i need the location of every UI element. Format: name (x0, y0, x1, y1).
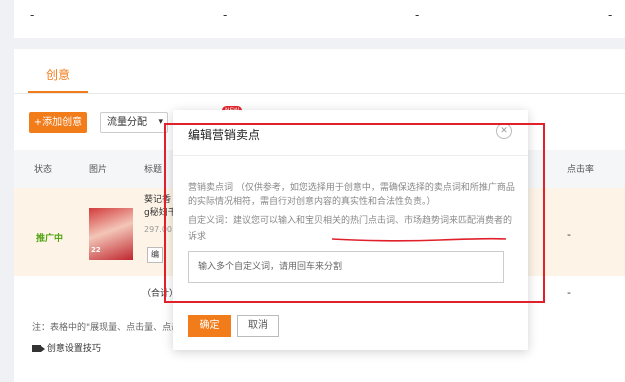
summary-card: - - - - (14, 0, 625, 38)
column-header-image: 图片 (89, 165, 108, 175)
column-header-click-rate: 点击率 (567, 165, 595, 175)
edit-creative-button[interactable]: 编 (147, 247, 163, 263)
column-header-status: 状态 (34, 165, 53, 175)
table-footnote: 注：表格中的"展现量、点击量、点击 (32, 323, 181, 333)
tab-creative[interactable]: 创意 (46, 66, 70, 83)
cancel-button[interactable]: 取消 (237, 315, 279, 337)
flow-allocation-label: 流量分配 (107, 117, 147, 128)
total-click-rate: - (567, 286, 571, 299)
creative-tips-label: 创意设置技巧 (46, 344, 101, 354)
column-header-title: 标题 (144, 165, 163, 175)
tab-divider (14, 93, 625, 94)
creative-thumbnail: 22 (89, 208, 133, 260)
flow-allocation-select[interactable]: 流量分配 ▾ (100, 112, 168, 133)
thumbnail-price: 22 (91, 246, 101, 254)
annotation-underline (331, 237, 507, 242)
summary-value: - (223, 8, 228, 22)
summary-value: - (30, 8, 35, 22)
annotation-box (164, 123, 545, 303)
click-rate-value: - (567, 228, 571, 241)
confirm-button[interactable]: 确定 (188, 315, 231, 337)
creative-tips-link[interactable]: 创意设置技巧 (32, 341, 101, 354)
add-creative-button[interactable]: +添加创意 (29, 112, 87, 133)
summary-value: - (608, 8, 613, 22)
chevron-down-icon: ▾ (158, 117, 163, 127)
status-badge: 推广中 (36, 234, 64, 244)
video-icon (32, 345, 45, 352)
summary-value: - (415, 8, 420, 22)
